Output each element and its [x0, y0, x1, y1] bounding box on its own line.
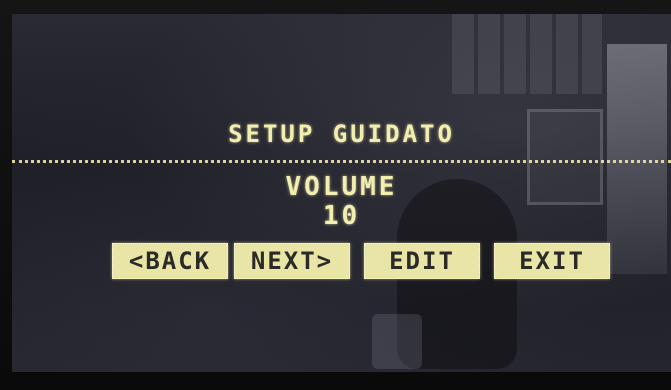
device-bezel: SETUP GUIDATO VOLUME 10 <BACK NEXT> EDIT… [0, 0, 671, 390]
window-reflection [452, 14, 602, 94]
next-button[interactable]: NEXT> [234, 243, 350, 279]
screen-title: SETUP GUIDATO [228, 120, 455, 148]
lcd-screen: SETUP GUIDATO VOLUME 10 <BACK NEXT> EDIT… [12, 14, 671, 372]
setting-label: VOLUME [285, 172, 398, 202]
setting-value: 10 [322, 201, 361, 231]
back-button[interactable]: <BACK [112, 243, 228, 279]
exit-button[interactable]: EXIT [494, 243, 610, 279]
dotted-divider [12, 160, 671, 163]
softkey-bar: <BACK NEXT> EDIT EXIT [112, 243, 610, 279]
light-reflection [607, 44, 667, 274]
edit-button[interactable]: EDIT [364, 243, 480, 279]
object-reflection [372, 314, 422, 369]
